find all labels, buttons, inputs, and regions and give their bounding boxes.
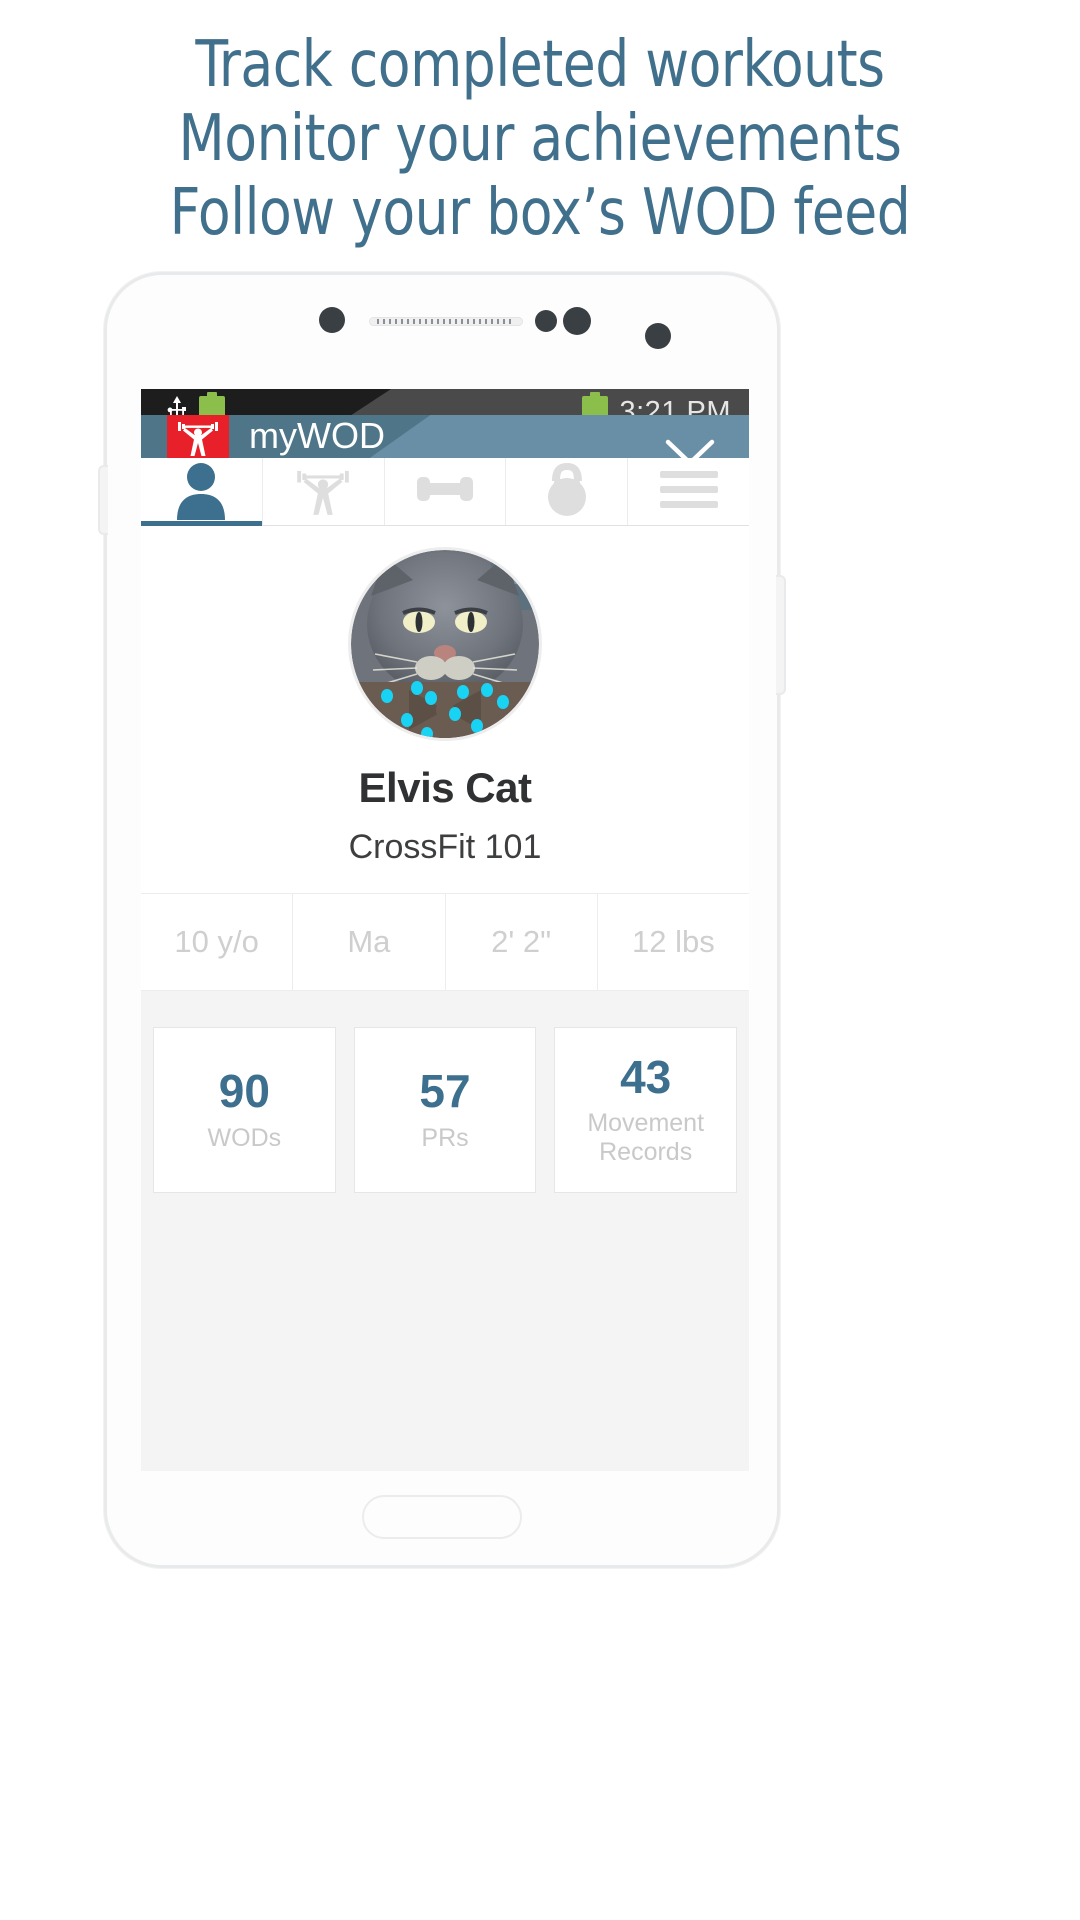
earpiece-grill-icon	[377, 319, 515, 324]
weightlifter-icon	[291, 458, 355, 525]
person-icon	[171, 458, 231, 525]
hamburger-menu-icon	[658, 467, 720, 516]
profile-metrics-row: 10 y/o Ma 2' 2" 12 lbs	[141, 893, 749, 991]
status-bar-clock: 3:21 PM	[619, 395, 731, 415]
device-sensor-row	[107, 295, 783, 355]
stat-card-label: Movement Records	[587, 1109, 705, 1167]
front-camera	[319, 307, 345, 333]
stat-card-label: PRs	[421, 1123, 469, 1152]
headline-line-1: Track completed workouts	[195, 28, 885, 102]
stat-card-wods[interactable]: 90 WODs	[153, 1027, 336, 1193]
sidebar-item-wods[interactable]	[263, 458, 385, 525]
phone-mockup: 100% 3:21 PM	[98, 272, 786, 1568]
chevron-down-icon[interactable]	[665, 437, 715, 458]
headline-line-3: Follow your box’s WOD feed	[169, 176, 911, 250]
stat-card-number: 90	[218, 1065, 270, 1118]
light-sensor	[563, 307, 591, 335]
stat-cards-area: 90 WODs 57 PRs 43 Movement Records	[141, 991, 749, 1471]
stat-card-number: 57	[419, 1065, 471, 1118]
stat-card-prs[interactable]: 57 PRs	[353, 1027, 537, 1193]
battery-icon-right	[581, 392, 608, 415]
stat-card-movement-records[interactable]: 43 Movement Records	[554, 1027, 738, 1193]
metric-height[interactable]: 2' 2"	[446, 894, 598, 990]
mywod-weightlifter-logo-icon	[167, 414, 229, 458]
headline-line-2: Monitor your achievements	[178, 102, 902, 176]
profile-panel: Elvis Cat CrossFit 101 10 y/o Ma 2' 2" 1…	[141, 526, 749, 991]
tab-bar	[141, 458, 749, 526]
sidebar-item-records[interactable]	[506, 458, 629, 525]
phone-screen: 100% 3:21 PM	[141, 389, 749, 1471]
page-title: Elvis Cat	[358, 764, 532, 811]
dumbbell-icon	[413, 466, 477, 517]
app-title: myWOD	[249, 415, 385, 457]
avatar[interactable]	[351, 550, 539, 738]
sidebar-item-movements[interactable]	[385, 458, 507, 525]
power-button	[776, 575, 786, 695]
secondary-sensor	[645, 323, 671, 349]
android-status-bar: 100% 3:21 PM	[141, 389, 749, 415]
kettlebell-icon	[541, 459, 593, 524]
volume-button	[98, 465, 108, 535]
profile-box-name: CrossFit 101	[348, 828, 542, 866]
sidebar-item-menu[interactable]	[628, 458, 749, 525]
app-store-promo-screenshot: Track completed workouts Monitor your ac…	[0, 0, 1080, 1920]
app-bar: myWOD	[141, 414, 749, 458]
battery-icon: 100%	[199, 392, 225, 415]
stat-card-number: 43	[620, 1050, 672, 1103]
sidebar-item-profile[interactable]	[141, 458, 263, 526]
promo-headline: Track completed workouts Monitor your ac…	[0, 28, 1080, 250]
stat-card-label: WODs	[207, 1123, 282, 1152]
proximity-sensor	[535, 310, 557, 332]
home-button[interactable]	[362, 1495, 522, 1539]
metric-weight[interactable]: 12 lbs	[598, 894, 749, 990]
usb-icon	[167, 395, 187, 415]
metric-sex[interactable]: Ma	[293, 894, 446, 990]
metric-age[interactable]: 10 y/o	[141, 894, 294, 990]
